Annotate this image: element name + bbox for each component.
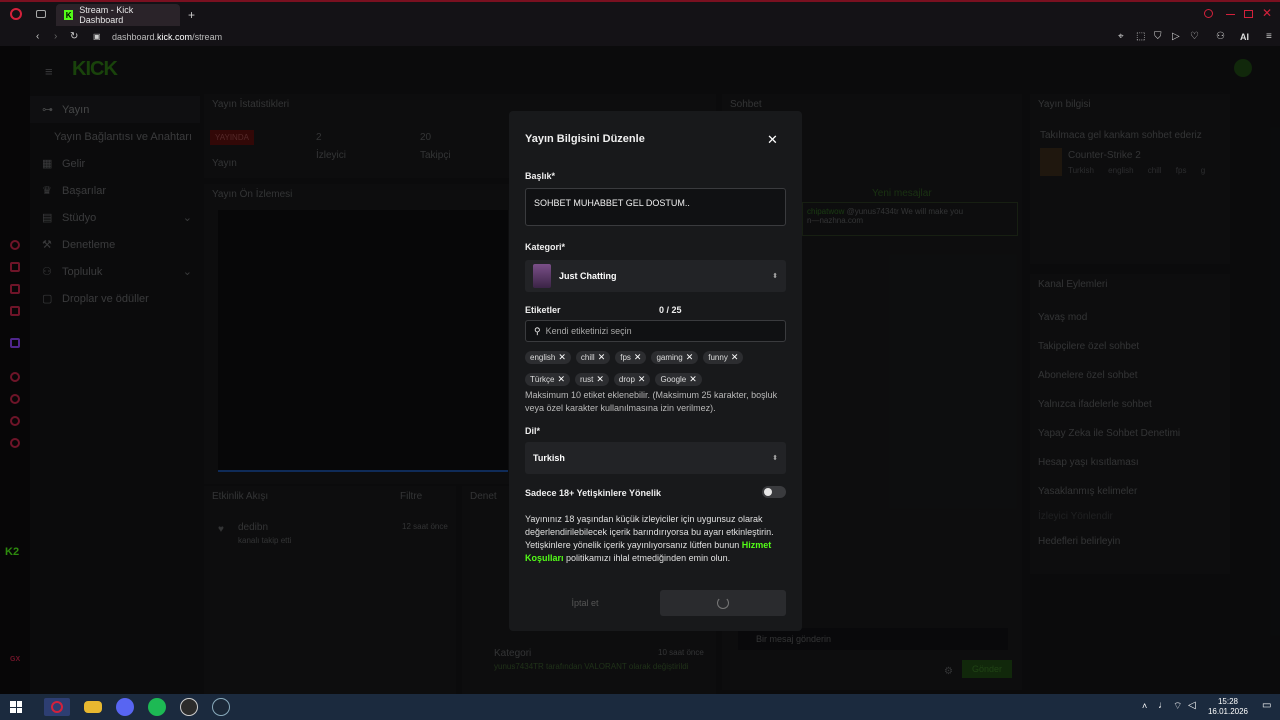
tag-chip[interactable]: drop ✕ xyxy=(613,373,651,386)
remove-tag-icon[interactable]: ✕ xyxy=(638,374,646,385)
tray-chevron-icon[interactable]: ˄ xyxy=(1142,701,1147,711)
tag-chip[interactable]: fps ✕ xyxy=(615,351,647,364)
remove-tag-icon[interactable]: ✕ xyxy=(689,374,697,385)
kick-favicon-icon: K xyxy=(64,10,74,20)
tag-chip[interactable]: chill ✕ xyxy=(575,351,611,364)
maximize-icon[interactable] xyxy=(1244,10,1253,18)
clock-time: 15:28 xyxy=(1217,697,1238,706)
tab-title: Stream - Kick Dashboard xyxy=(79,5,134,25)
save-button[interactable] xyxy=(660,590,786,616)
remove-tag-icon[interactable]: ✕ xyxy=(634,352,642,363)
language-select[interactable]: Turkish ⬍ xyxy=(525,442,786,474)
category-thumbnail xyxy=(533,264,551,288)
tags-count: 0 / 25 xyxy=(659,305,682,315)
remove-tag-icon[interactable]: ✕ xyxy=(598,352,606,363)
tags-label: Etiketler xyxy=(525,305,561,315)
remove-tag-icon[interactable]: ✕ xyxy=(686,352,694,363)
microphone-icon[interactable]: ♩ xyxy=(1158,700,1168,711)
notifications-icon[interactable]: ▭ xyxy=(1262,700,1271,711)
loading-spinner-icon xyxy=(717,597,729,609)
address-bar: ‹ › ↻ ▣ dashboard.kick.com/stream ⌖ ⬚ ⛉ … xyxy=(0,28,1280,46)
volume-icon[interactable]: ◁ xyxy=(1188,700,1196,711)
shield-icon[interactable]: ⛉ xyxy=(1154,32,1162,42)
opera-logo-icon[interactable] xyxy=(10,8,22,20)
select-arrows-icon: ⬍ xyxy=(772,455,778,462)
discord-icon[interactable] xyxy=(116,698,134,716)
tag-chip[interactable]: rust ✕ xyxy=(575,373,609,386)
remove-tag-icon[interactable]: ✕ xyxy=(731,352,739,363)
search-icon: ⚲ xyxy=(534,325,541,336)
modal-title: Yayın Bilgisini Düzenle xyxy=(525,133,645,145)
tag-chip[interactable]: Google ✕ xyxy=(655,373,702,386)
remove-tag-icon[interactable]: ✕ xyxy=(558,352,566,363)
url-field[interactable]: dashboard.kick.com/stream xyxy=(112,32,222,42)
windows-taskbar: ˄ ♩ ⌔ ◁ 15:28 16.01.2026 ▭ xyxy=(0,694,1280,720)
taskbar-clock[interactable]: 15:28 16.01.2026 xyxy=(1208,697,1248,717)
remove-tag-icon[interactable]: ✕ xyxy=(596,374,604,385)
heart-icon[interactable]: ♡ xyxy=(1190,32,1199,42)
title-label: Başlık* xyxy=(525,171,556,181)
tab-list-icon[interactable] xyxy=(36,10,46,18)
close-icon[interactable]: ✕ xyxy=(767,132,778,148)
tag-chip[interactable]: Türkçe ✕ xyxy=(525,373,570,386)
forward-icon[interactable]: › xyxy=(54,32,57,42)
back-icon[interactable]: ‹ xyxy=(36,32,39,42)
tags-help-text: Maksimum 10 etiket eklenebilir. (Maksimu… xyxy=(525,390,778,413)
search-tabs-icon[interactable] xyxy=(1204,9,1213,18)
browser-tab-bar: K Stream - Kick Dashboard + ✕ xyxy=(0,0,1280,28)
title-input[interactable]: SOHBET MUHABBET GEL DOSTUM.. xyxy=(525,188,786,226)
new-tab-icon[interactable]: + xyxy=(188,8,195,22)
pin-icon[interactable]: ⌖ xyxy=(1118,32,1124,42)
remove-tag-icon[interactable]: ✕ xyxy=(557,374,565,385)
tags-list: english ✕ chill ✕ fps ✕ gaming ✕ funny ✕ Türkçe ✕ ru… xyxy=(525,349,785,393)
tag-chip[interactable]: gaming ✕ xyxy=(651,351,699,364)
account-icon[interactable]: ⚇ xyxy=(1216,32,1225,42)
select-arrows-icon: ⬍ xyxy=(772,273,778,280)
adult-help-text: Yayınınız 18 yaşından küçük izleyiciler … xyxy=(525,514,774,563)
cancel-button[interactable]: İptal et xyxy=(525,590,645,616)
category-select[interactable]: Just Chatting ⬍ xyxy=(525,260,786,292)
language-label: Dil* xyxy=(525,426,541,436)
minimize-icon[interactable] xyxy=(1226,14,1235,15)
adult-label: Sadece 18+ Yetişkinlere Yönelik xyxy=(525,488,662,498)
category-value: Just Chatting xyxy=(559,271,617,281)
steam-icon[interactable] xyxy=(212,698,230,716)
menu-icon[interactable]: ≡ xyxy=(1266,32,1272,42)
category-label: Kategori* xyxy=(525,242,566,252)
start-icon[interactable] xyxy=(10,701,22,713)
clock-date: 16.01.2026 xyxy=(1207,707,1248,716)
tags-input-placeholder: Kendi etiketinizi seçin xyxy=(545,326,632,336)
opera-gx-taskbar-icon[interactable] xyxy=(44,698,70,716)
edit-stream-info-modal: Yayın Bilgisini Düzenle ✕ Başlık* SOHBET… xyxy=(509,111,802,631)
spotify-icon[interactable] xyxy=(148,698,166,716)
tag-chip[interactable]: funny ✕ xyxy=(703,351,744,364)
close-window-icon[interactable]: ✕ xyxy=(1262,6,1272,20)
title-input-value: SOHBET MUHABBET GEL DOSTUM.. xyxy=(534,198,690,208)
tags-input[interactable]: ⚲ Kendi etiketinizi seçin xyxy=(525,320,786,342)
tag-chip[interactable]: english ✕ xyxy=(525,351,571,364)
language-value: Turkish xyxy=(533,453,565,463)
obs-icon[interactable] xyxy=(180,698,198,716)
reload-icon[interactable]: ↻ xyxy=(70,32,78,42)
lock-icon: ▣ xyxy=(93,32,101,41)
network-icon[interactable]: ⌔ xyxy=(1173,700,1182,713)
ai-button[interactable]: AI xyxy=(1240,32,1249,42)
play-icon[interactable]: ▷ xyxy=(1172,32,1180,42)
file-explorer-icon[interactable] xyxy=(84,701,102,713)
adult-toggle[interactable] xyxy=(762,486,786,498)
browser-tab-kick-dashboard[interactable]: K Stream - Kick Dashboard xyxy=(56,4,180,26)
snapshot-icon[interactable]: ⬚ xyxy=(1136,32,1145,42)
